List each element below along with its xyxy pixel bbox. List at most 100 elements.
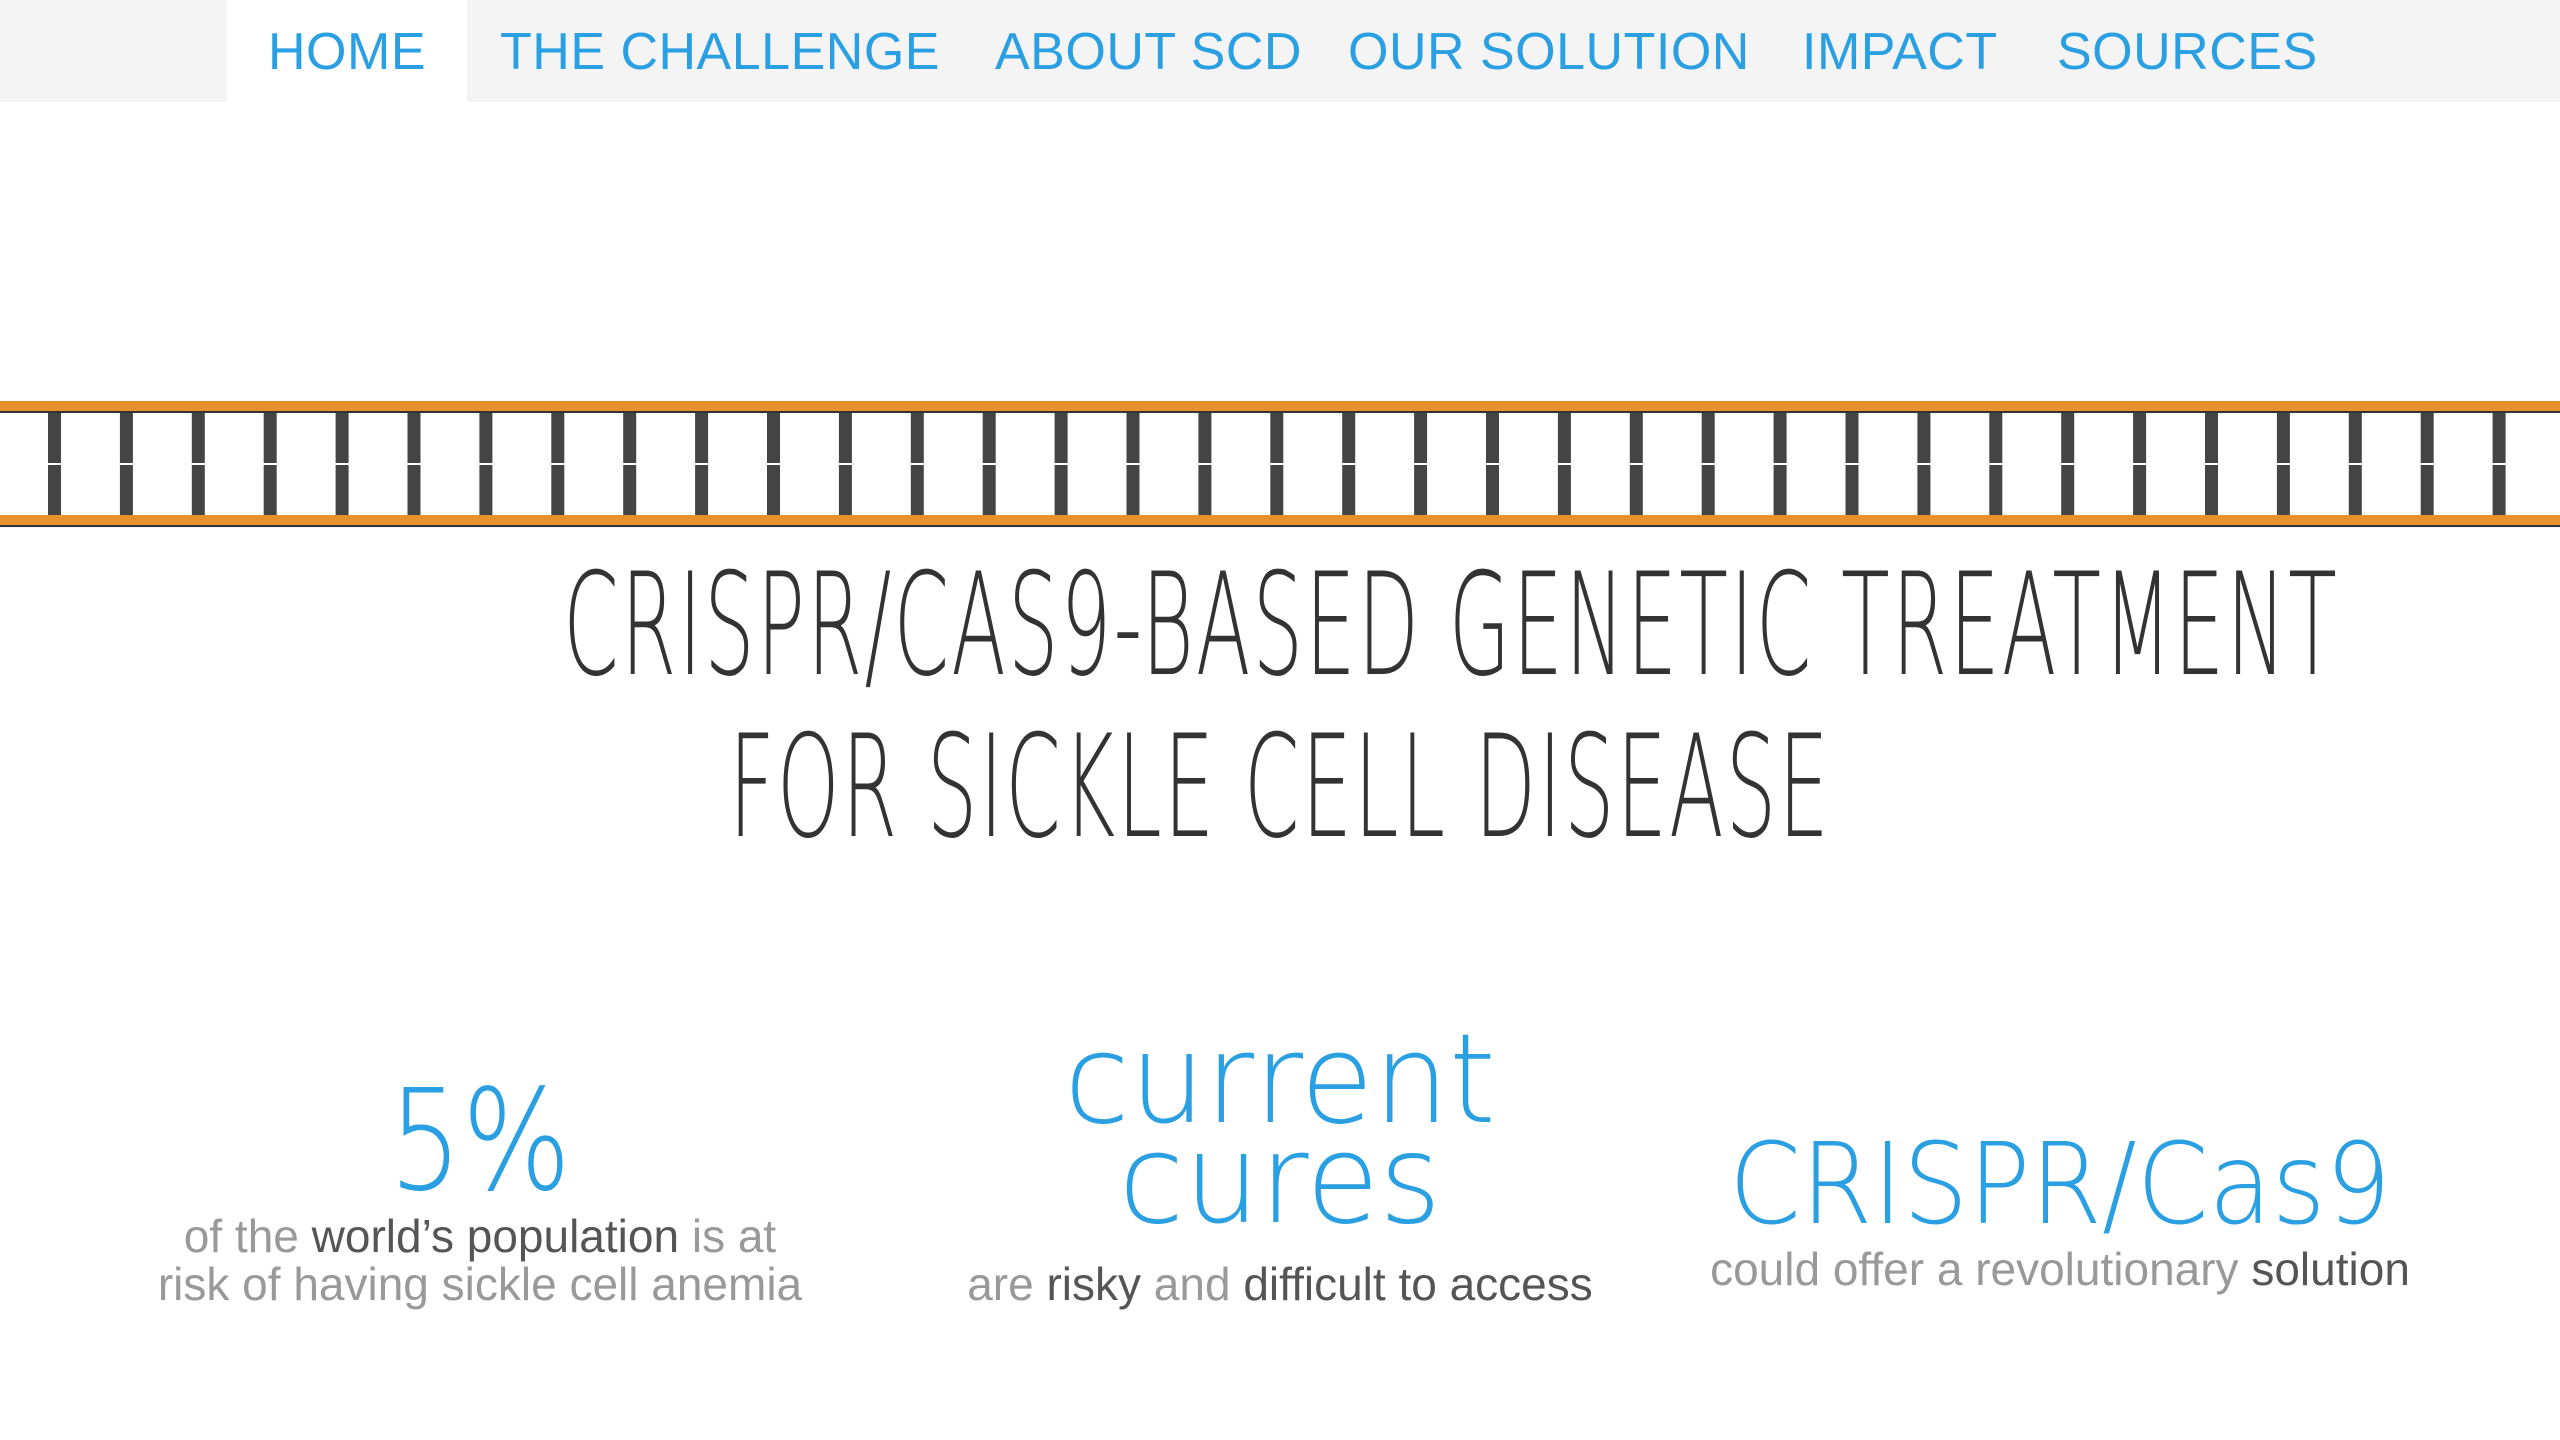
dna-rung-top xyxy=(479,413,493,463)
desc-text: of the xyxy=(183,1210,312,1262)
dna-rung-top xyxy=(1198,413,1212,463)
dna-rung-bottom xyxy=(479,465,493,515)
stat-population-value: 5% xyxy=(388,1060,572,1223)
dna-rung-bottom xyxy=(335,465,349,515)
dna-rung-top xyxy=(335,413,349,463)
stat-crispr-heading: CRISPR/Cas9 xyxy=(1728,1120,2392,1250)
stat-crispr-solution: CRISPR/Cas9 could offer a revolutionary … xyxy=(1680,1125,2440,1293)
dna-rung-bottom xyxy=(1198,465,1212,515)
nav-item-impact[interactable]: IMPACT xyxy=(1802,0,1998,102)
stat-current-cures-heading-line2: cures xyxy=(1118,1108,1442,1252)
dna-rung-top xyxy=(910,413,924,463)
dna-rung-top xyxy=(838,413,852,463)
dna-rung-top xyxy=(1629,413,1643,463)
dna-rung-bottom xyxy=(2205,465,2218,515)
nav-item-the-challenge[interactable]: THE CHALLENGE xyxy=(500,0,940,102)
stat-crispr-desc: could offer a revolutionary solution xyxy=(1680,1245,2440,1293)
dna-rung-top xyxy=(2205,413,2218,463)
dna-rung-bottom xyxy=(2276,465,2290,515)
dna-rung-top xyxy=(2276,413,2290,463)
desc-text: and xyxy=(1141,1258,1244,1310)
dna-rung-bottom xyxy=(2061,465,2075,515)
dna-rung-top xyxy=(1557,413,1571,463)
desc-emphasis: solution xyxy=(2251,1243,2410,1295)
dna-rung-bottom xyxy=(2348,465,2362,515)
dna-rung-top xyxy=(407,413,421,463)
dna-rung-bottom xyxy=(1054,465,1068,515)
hero-title: CRISPR/CAS9-BASED GENETIC TREATMENT FOR … xyxy=(0,540,2560,868)
dna-rung-bottom xyxy=(1629,465,1643,515)
dna-rung-bottom xyxy=(623,465,637,515)
dna-rung-top xyxy=(551,413,565,463)
dna-rung-bottom xyxy=(407,465,421,515)
dna-rung-bottom xyxy=(1701,465,1715,515)
stat-population: 5% of the world’s population is at risk … xyxy=(140,1060,820,1309)
top-nav: HOME THE CHALLENGE ABOUT SCD OUR SOLUTIO… xyxy=(0,0,2560,102)
dna-rung-top xyxy=(982,413,996,463)
dna-rung-top xyxy=(1701,413,1715,463)
dna-top-strand-shadow xyxy=(0,411,2560,413)
stat-current-cures: current cures are risky and difficult to… xyxy=(930,1018,1630,1308)
dna-rung-top xyxy=(1917,413,1931,463)
dna-rung-bottom xyxy=(191,465,205,515)
desc-text: risk of having sickle cell anemia xyxy=(157,1258,803,1310)
dna-rung-bottom xyxy=(767,465,780,515)
dna-rung-top xyxy=(2420,413,2434,463)
dna-rung-bottom xyxy=(119,465,133,515)
dna-bottom-strand-shadow xyxy=(0,525,2560,527)
dna-bottom-strand xyxy=(0,515,2560,525)
dna-rungs xyxy=(48,413,2506,515)
dna-rung-bottom xyxy=(1917,465,1931,515)
dna-rung-top xyxy=(263,413,277,463)
dna-rung-bottom xyxy=(263,465,277,515)
dna-rung-bottom xyxy=(48,465,61,515)
dna-rung-bottom xyxy=(1845,465,1859,515)
dna-rung-top xyxy=(119,413,133,463)
dna-rung-bottom xyxy=(838,465,852,515)
dna-rung-top xyxy=(2061,413,2075,463)
dna-ladder-graphic xyxy=(0,401,2560,527)
nav-item-our-solution[interactable]: OUR SOLUTION xyxy=(1348,0,1750,102)
dna-rung-top xyxy=(2133,413,2147,463)
hero-title-line2: FOR SICKLE CELL DISEASE xyxy=(729,705,1831,870)
nav-item-about-scd[interactable]: ABOUT SCD xyxy=(995,0,1302,102)
dna-rung-top xyxy=(1342,413,1356,463)
dna-rung-top xyxy=(1845,413,1859,463)
dna-rung-bottom xyxy=(910,465,924,515)
dna-rung-top xyxy=(1773,413,1787,463)
desc-text: could offer a revolutionary xyxy=(1710,1243,2252,1295)
desc-text: is at xyxy=(679,1210,777,1262)
dna-top-strand xyxy=(0,401,2560,411)
dna-rung-top xyxy=(1414,413,1428,463)
dna-rung-bottom xyxy=(1342,465,1356,515)
hero-title-line1: CRISPR/CAS9-BASED GENETIC TREATMENT xyxy=(563,543,2340,708)
desc-text: are xyxy=(967,1258,1047,1310)
dna-rung-top xyxy=(191,413,205,463)
dna-rung-top xyxy=(695,413,709,463)
nav-item-sources[interactable]: SOURCES xyxy=(2057,0,2318,102)
dna-rung-top xyxy=(1486,413,1499,463)
dna-rung-bottom xyxy=(1414,465,1428,515)
dna-rung-bottom xyxy=(2492,465,2506,515)
dna-rung-top xyxy=(1989,413,2003,463)
dna-rung-top xyxy=(767,413,780,463)
dna-rung-top xyxy=(2348,413,2362,463)
dna-rung-bottom xyxy=(695,465,709,515)
nav-item-home[interactable]: HOME xyxy=(227,0,467,102)
desc-emphasis: risky xyxy=(1046,1258,1142,1310)
dna-rung-bottom xyxy=(2133,465,2147,515)
dna-rung-top xyxy=(48,413,61,463)
stat-population-desc-line2: risk of having sickle cell anemia xyxy=(140,1260,820,1308)
dna-rung-bottom xyxy=(1989,465,2003,515)
dna-rung-bottom xyxy=(551,465,565,515)
dna-rung-top xyxy=(1270,413,1284,463)
desc-emphasis: difficult to access xyxy=(1243,1258,1593,1310)
dna-rung-top xyxy=(2492,413,2506,463)
dna-rung-top xyxy=(1126,413,1140,463)
dna-rung-bottom xyxy=(1270,465,1284,515)
stat-current-cures-desc: are risky and difficult to access xyxy=(930,1260,1630,1308)
dna-rung-bottom xyxy=(1126,465,1140,515)
dna-rung-top xyxy=(1054,413,1068,463)
dna-rung-bottom xyxy=(1773,465,1787,515)
dna-rung-bottom xyxy=(982,465,996,515)
